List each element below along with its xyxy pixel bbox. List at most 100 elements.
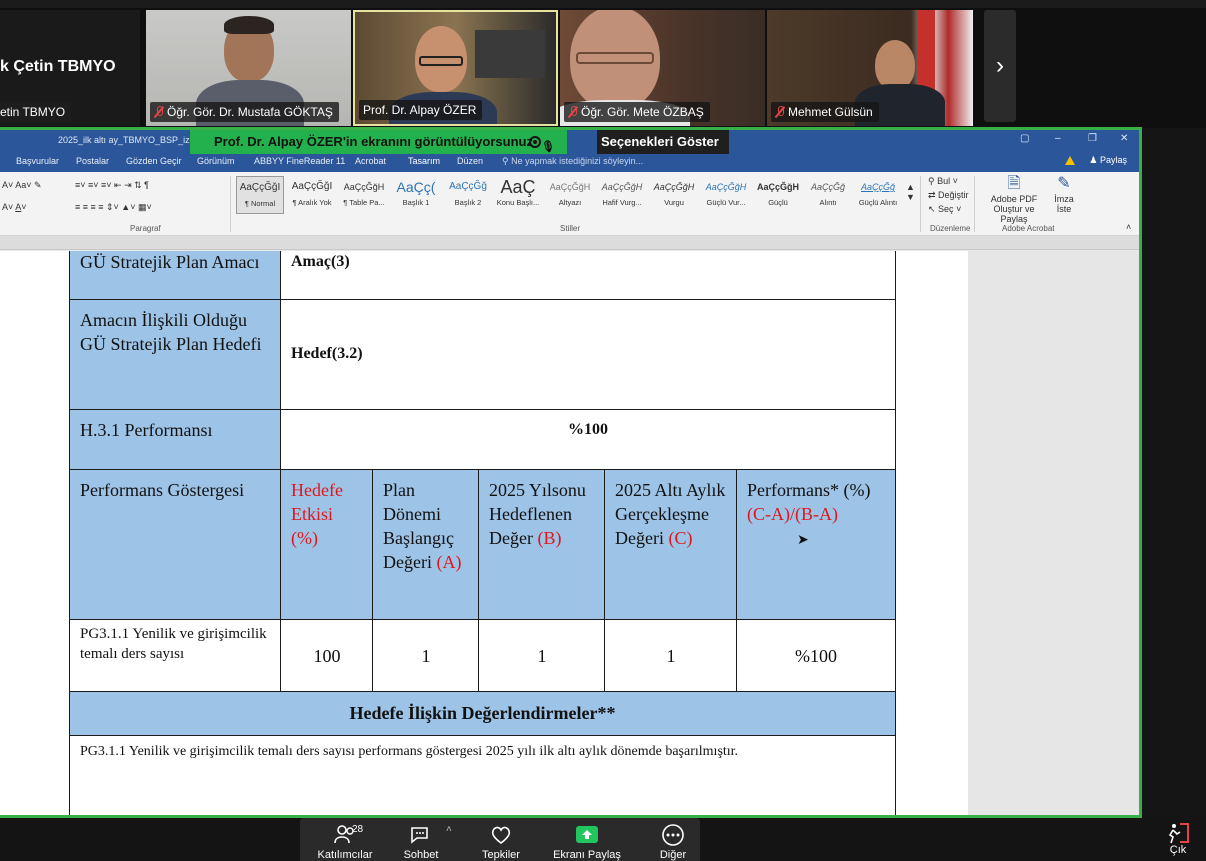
style-label: Alıntı: [819, 198, 837, 207]
cell-text: PG3.1.1 Yenilik ve girişimcilik temalı d…: [80, 744, 739, 759]
style-heading-2[interactable]: AaÇçĞğ Başlık 2: [444, 176, 492, 214]
target-performance-value: %100: [280, 409, 896, 471]
heart-icon: [489, 824, 513, 846]
background-tv: [475, 30, 545, 78]
close-icon[interactable]: ✕: [1120, 133, 1128, 144]
tab-acrobat[interactable]: Acrobat: [355, 156, 386, 166]
style-strong[interactable]: AaÇçĞğH Güçlü: [754, 176, 802, 214]
request-signature-button[interactable]: ✎ İmza İste: [1048, 174, 1080, 214]
tell-me-search[interactable]: ⚲ Ne yapmak istediğinizi söyleyin...: [502, 156, 643, 167]
cell-code: (B): [537, 528, 562, 548]
share-screen-button[interactable]: Ekranı Paylaş: [542, 818, 632, 861]
ribbon-display-icon[interactable]: ▢: [1020, 133, 1029, 144]
list-icons[interactable]: ≡˅ ≡˅ ≡˅ ⇤ ⇥ ⇅ ¶: [75, 180, 149, 191]
cell-code: (A): [436, 552, 462, 572]
next-participants-button[interactable]: ›: [984, 10, 1016, 122]
participants-count: 28: [352, 824, 364, 835]
participant-tile-3[interactable]: Öğr. Gör. Mete ÖZBAŞ: [560, 10, 765, 126]
style-label: Hafif Vurg...: [602, 198, 642, 207]
cell-text: %100: [568, 421, 608, 438]
participant-name: Prof. Dr. Alpay ÖZER: [363, 103, 477, 117]
header-indicator: Performans Göstergesi: [69, 469, 282, 621]
participant-strip: k Çetin TBMYO etin TBMYO Öğr. Gör. Dr. M…: [0, 0, 1206, 128]
cell-text: 100: [313, 646, 341, 666]
style-quote[interactable]: AaÇçĞğ Alıntı: [804, 176, 852, 214]
horizontal-ruler[interactable]: [0, 236, 1139, 250]
tab-design[interactable]: Tasarım: [408, 156, 440, 166]
tab-review[interactable]: Gözden Geçir: [126, 156, 182, 166]
reactions-label: Tepkiler: [482, 849, 520, 861]
chat-button[interactable]: Sohbet: [376, 818, 466, 861]
tab-layout[interactable]: Düzen: [457, 156, 483, 166]
style-sample: AaÇçĞğ: [860, 182, 895, 192]
tab-mailings[interactable]: Postalar: [76, 156, 109, 166]
font-size-icon[interactable]: A˅ Aa˅ ✎: [2, 180, 42, 191]
shared-screen: 2025_ilk altı ay_TBMYO_BSP_izleme ▢ – ❐ …: [0, 127, 1142, 818]
restore-icon[interactable]: ❐: [1088, 133, 1097, 144]
tab-abbyy[interactable]: ABBYY FineReader 11: [254, 156, 345, 166]
document-area: GÜ Stratejik Plan Amacı Amaç(3) Amacın İ…: [0, 251, 1139, 815]
select-button[interactable]: ↖ Seç ˅: [928, 204, 961, 215]
participant-tile-2[interactable]: Prof. Dr. Alpay ÖZER: [353, 10, 558, 126]
style-intense-quote[interactable]: AaÇçĞğ Güçlü Alıntı: [854, 176, 902, 214]
cell-text: 1: [537, 646, 547, 666]
meeting-toolbar: 28 Katılımcılar Sohbet ˄ Tepkiler Ekranı…: [0, 818, 1206, 861]
tab-view[interactable]: Görünüm: [197, 156, 235, 166]
show-options-button[interactable]: Seçenekleri Göster: [597, 130, 729, 154]
tab-references[interactable]: Başvurular: [16, 156, 59, 166]
style-subtle-emphasis[interactable]: AaÇçĞğH Hafif Vurg...: [598, 176, 646, 214]
style-table-paragraph[interactable]: AaÇçĞğH ¶ Table Pa...: [340, 176, 388, 214]
styles-scroll-icon[interactable]: ▲ ▼: [906, 182, 915, 202]
header-actual: 2025 Altı Aylık Gerçekleşme Değeri (C): [604, 469, 738, 621]
style-emphasis[interactable]: AaÇçĞğH Vurgu: [650, 176, 698, 214]
align-icons[interactable]: ≡ ≡ ≡ ≡ ⇕˅ ▲˅ ▦˅: [75, 202, 152, 213]
participant-name: Mehmet Gülsün: [788, 105, 873, 119]
share-button[interactable]: ♟ Paylaş: [1089, 155, 1127, 166]
warning-icon[interactable]: [1065, 156, 1075, 165]
participant-name: Öğr. Gör. Dr. Mustafa GÖKTAŞ: [167, 105, 333, 119]
participant-name-tag: Öğr. Gör. Mete ÖZBAŞ: [564, 102, 710, 122]
baseline-cell: 1: [372, 619, 480, 693]
more-button[interactable]: Diğer: [628, 818, 718, 861]
find-button[interactable]: ⚲ Bul ˅: [928, 176, 958, 187]
style-no-spacing[interactable]: AaÇçĞğI ¶ Aralık Yok: [288, 176, 336, 214]
minimize-icon[interactable]: –: [1055, 133, 1061, 144]
reactions-button[interactable]: Tepkiler: [456, 818, 546, 861]
cell-text: 1: [666, 646, 676, 666]
text-effects-icon[interactable]: A˅ A˅: [2, 202, 27, 212]
header-target: 2025 Yılsonu Hedeflenen Değer (B): [478, 469, 606, 621]
replace-button[interactable]: ⇄ Değiştir: [928, 190, 969, 201]
style-intense-emphasis[interactable]: AaÇçĞğH Güçlü Vur...: [702, 176, 750, 214]
style-label: Başlık 2: [454, 198, 482, 207]
meeting-window: k Çetin TBMYO etin TBMYO Öğr. Gör. Dr. M…: [0, 0, 1206, 861]
header-baseline: Plan Dönemi Başlangıç Değeri (A): [372, 469, 480, 621]
chevron-up-icon[interactable]: ˄: [446, 824, 452, 835]
style-label: ¶ Aralık Yok: [292, 198, 332, 207]
style-heading-1[interactable]: AaÇç(Başlık 1: [392, 176, 440, 214]
cell-text: 1: [421, 646, 431, 666]
style-normal[interactable]: AaÇçĞğI ¶ Normal: [236, 176, 284, 214]
style-sample: AaÇçĞğH: [705, 182, 747, 192]
chat-icon: [409, 824, 433, 846]
collapse-ribbon-icon[interactable]: ˄: [1126, 222, 1131, 232]
word-title-bar: 2025_ilk altı ay_TBMYO_BSP_izleme ▢ – ❐ …: [0, 130, 1139, 150]
self-tile[interactable]: k Çetin TBMYO etin TBMYO: [0, 10, 140, 126]
plan-target-label: Amacın İlişkili Olduğu GÜ Stratejik Plan…: [69, 299, 282, 411]
actual-cell: 1: [604, 619, 738, 693]
style-sample: AaÇçĞğH: [653, 182, 695, 192]
word-ribbon: A˅ Aa˅ ✎ A˅ A˅ ≡˅ ≡˅ ≡˅ ⇤ ⇥ ⇅ ¶ ≡ ≡ ≡ ≡ …: [0, 172, 1139, 236]
participant-tile-1[interactable]: Öğr. Gör. Dr. Mustafa GÖKTAŞ: [146, 10, 351, 126]
style-title[interactable]: AaÇ Konu Başlı...: [494, 176, 542, 214]
mic-off-icon: [775, 106, 785, 118]
cell-text: Hedef(3.2): [291, 345, 363, 362]
participant-tile-4[interactable]: Mehmet Gülsün: [767, 10, 973, 126]
style-label: Altyazı: [558, 198, 582, 207]
document-title: 2025_ilk altı ay_TBMYO_BSP_izleme: [58, 135, 210, 145]
style-subtitle[interactable]: AaÇçĞğH Altyazı: [546, 176, 594, 214]
mouse-cursor-icon: ➤: [797, 531, 809, 547]
editing-group-label: Düzenleme: [930, 224, 971, 233]
leave-button[interactable]: Çık: [1160, 822, 1196, 861]
document-page: GÜ Stratejik Plan Amacı Amaç(3) Amacın İ…: [0, 251, 968, 815]
cell-text: Hedefe Etkisi (%): [291, 480, 343, 548]
create-pdf-button[interactable]: 🗎 Adobe PDF Oluştur ve Paylaş: [980, 174, 1048, 224]
